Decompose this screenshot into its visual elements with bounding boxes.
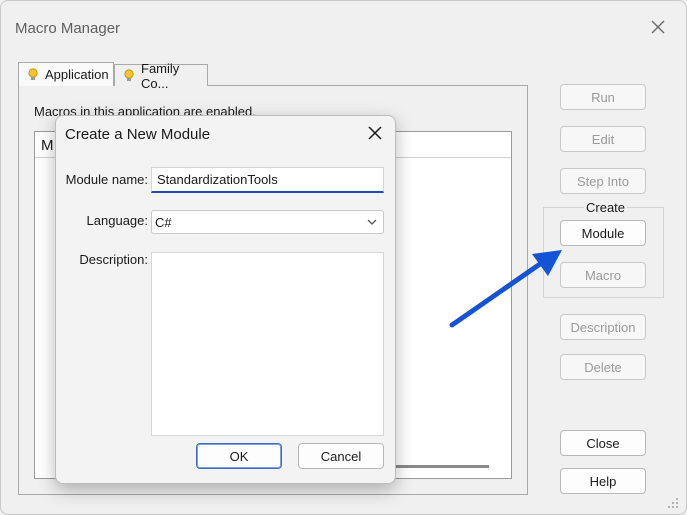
chevron-down-icon[interactable] xyxy=(366,216,378,228)
lightbulb-icon xyxy=(27,67,39,82)
step-into-button[interactable]: Step Into xyxy=(560,168,646,194)
tab-label: Application xyxy=(45,67,109,82)
window-title: Macro Manager xyxy=(15,20,121,37)
help-button[interactable]: Help xyxy=(560,468,646,494)
language-label: Language: xyxy=(86,213,148,228)
module-name-label: Module name: xyxy=(65,172,148,187)
run-button[interactable]: Run xyxy=(560,84,646,110)
close-icon[interactable] xyxy=(647,16,669,38)
dialog-title: Create a New Module xyxy=(65,126,211,143)
cancel-button[interactable]: Cancel xyxy=(298,443,384,469)
description-label: Description: xyxy=(79,252,148,267)
tab-family-components[interactable]: Family Co... xyxy=(114,61,208,91)
resize-grip-icon[interactable] xyxy=(666,496,680,510)
delete-button[interactable]: Delete xyxy=(560,354,646,380)
create-group-label: Create xyxy=(584,200,628,215)
language-select[interactable]: C# xyxy=(151,210,384,234)
description-textarea[interactable] xyxy=(151,252,384,436)
horizontal-scrollbar[interactable] xyxy=(395,465,489,468)
language-selected-value: C# xyxy=(155,214,172,230)
tab-label: Family Co... xyxy=(141,60,180,91)
close-icon[interactable] xyxy=(364,122,386,144)
edit-button[interactable]: Edit xyxy=(560,126,646,152)
tab-application[interactable]: Application xyxy=(18,62,114,86)
annotation-arrow-icon xyxy=(440,240,570,335)
create-module-button[interactable]: Module xyxy=(560,220,646,246)
module-name-input[interactable] xyxy=(151,167,384,193)
macro-list-column-header: M xyxy=(41,137,54,154)
lightbulb-icon xyxy=(123,68,135,83)
description-button[interactable]: Description xyxy=(560,314,646,340)
create-macro-button[interactable]: Macro xyxy=(560,262,646,288)
ok-button[interactable]: OK xyxy=(196,443,282,469)
close-button[interactable]: Close xyxy=(560,430,646,456)
